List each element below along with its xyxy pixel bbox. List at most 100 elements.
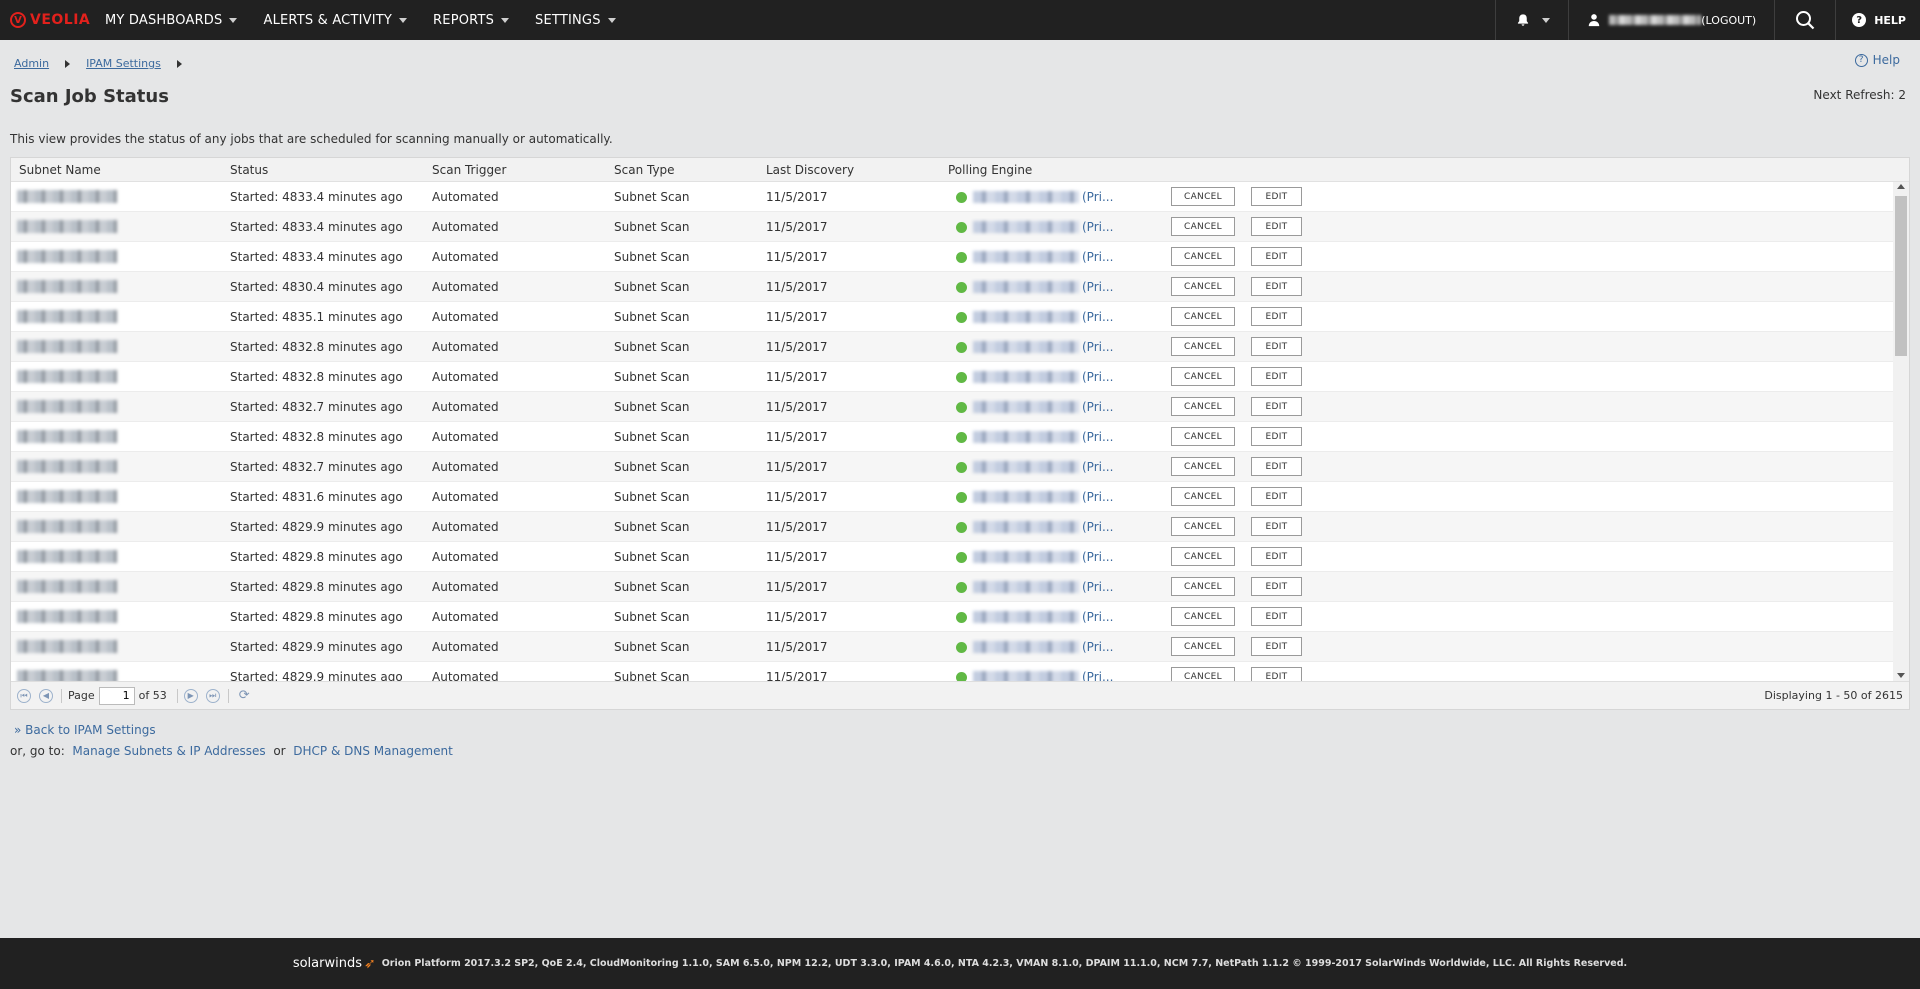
table-row[interactable]: Started: 4830.4 minutes ago Automated Subn… [11, 272, 1893, 302]
polling-engine-redacted[interactable] [973, 521, 1079, 533]
polling-engine-suffix[interactable]: (Pri... [1082, 542, 1113, 572]
help-menu[interactable]: ? HELP [1835, 0, 1920, 40]
table-row[interactable]: Started: 4833.4 minutes ago Automated Subn… [11, 212, 1893, 242]
subnet-name-redacted[interactable] [17, 580, 117, 593]
polling-engine-suffix[interactable]: (Pri... [1082, 302, 1113, 332]
polling-engine-suffix[interactable]: (Pri... [1082, 482, 1113, 512]
polling-engine-redacted[interactable] [973, 191, 1079, 203]
polling-engine-redacted[interactable] [973, 611, 1079, 623]
subnet-name-redacted[interactable] [17, 220, 117, 233]
edit-button[interactable]: EDIT [1251, 577, 1302, 596]
table-row[interactable]: Started: 4829.8 minutes ago Automated Subn… [11, 542, 1893, 572]
notifications-button[interactable] [1495, 0, 1568, 40]
subnet-name-redacted[interactable] [17, 430, 117, 443]
subnet-name-redacted[interactable] [17, 250, 117, 263]
edit-button[interactable]: EDIT [1251, 547, 1302, 566]
scroll-up-icon[interactable] [1897, 184, 1905, 189]
edit-button[interactable]: EDIT [1251, 187, 1302, 206]
user-menu[interactable]: (LOGOUT) [1568, 0, 1774, 40]
cancel-button[interactable]: CANCEL [1171, 307, 1235, 326]
veolia-logo[interactable]: V VEOLIA [0, 0, 92, 40]
col-last-discovery[interactable]: Last Discovery [766, 163, 854, 177]
table-row[interactable]: Started: 4831.6 minutes ago Automated Subn… [11, 482, 1893, 512]
cancel-button[interactable]: CANCEL [1171, 187, 1235, 206]
cancel-button[interactable]: CANCEL [1171, 217, 1235, 236]
scroll-down-icon[interactable] [1897, 673, 1905, 678]
table-row[interactable]: Started: 4833.4 minutes ago Automated Subn… [11, 182, 1893, 212]
help-link[interactable]: ? Help [1854, 53, 1900, 67]
edit-button[interactable]: EDIT [1251, 427, 1302, 446]
cancel-button[interactable]: CANCEL [1171, 667, 1235, 682]
first-page-icon[interactable]: ⏮ [17, 688, 31, 703]
cancel-button[interactable]: CANCEL [1171, 547, 1235, 566]
polling-engine-redacted[interactable] [973, 221, 1079, 233]
subnet-name-redacted[interactable] [17, 310, 117, 323]
col-scan-type[interactable]: Scan Type [614, 163, 675, 177]
logout-link[interactable]: (LOGOUT) [1701, 14, 1756, 27]
edit-button[interactable]: EDIT [1251, 607, 1302, 626]
cancel-button[interactable]: CANCEL [1171, 277, 1235, 296]
nav-my-dashboards[interactable]: MY DASHBOARDS [92, 0, 250, 40]
polling-engine-suffix[interactable]: (Pri... [1082, 362, 1113, 392]
subnet-name-redacted[interactable] [17, 340, 117, 353]
search-button[interactable] [1774, 0, 1835, 40]
subnet-name-redacted[interactable] [17, 280, 117, 293]
polling-engine-suffix[interactable]: (Pri... [1082, 332, 1113, 362]
cancel-button[interactable]: CANCEL [1171, 457, 1235, 476]
subnet-name-redacted[interactable] [17, 190, 117, 203]
cancel-button[interactable]: CANCEL [1171, 337, 1235, 356]
col-polling-engine[interactable]: Polling Engine [948, 163, 1032, 177]
edit-button[interactable]: EDIT [1251, 217, 1302, 236]
grid-scrollbar[interactable] [1893, 182, 1909, 682]
subnet-name-redacted[interactable] [17, 460, 117, 473]
scroll-thumb[interactable] [1895, 196, 1907, 356]
polling-engine-redacted[interactable] [973, 371, 1079, 383]
table-row[interactable]: Started: 4829.8 minutes ago Automated Subn… [11, 572, 1893, 602]
col-status[interactable]: Status [230, 163, 268, 177]
polling-engine-suffix[interactable]: (Pri... [1082, 572, 1113, 602]
polling-engine-suffix[interactable]: (Pri... [1082, 242, 1113, 272]
cancel-button[interactable]: CANCEL [1171, 637, 1235, 656]
cancel-button[interactable]: CANCEL [1171, 517, 1235, 536]
table-row[interactable]: Started: 4832.7 minutes ago Automated Subn… [11, 452, 1893, 482]
polling-engine-suffix[interactable]: (Pri... [1082, 392, 1113, 422]
nav-settings[interactable]: SETTINGS [522, 0, 629, 40]
cancel-button[interactable]: CANCEL [1171, 247, 1235, 266]
table-row[interactable]: Started: 4829.9 minutes ago Automated Subn… [11, 662, 1893, 682]
cancel-button[interactable]: CANCEL [1171, 367, 1235, 386]
table-row[interactable]: Started: 4829.8 minutes ago Automated Subn… [11, 602, 1893, 632]
polling-engine-suffix[interactable]: (Pri... [1082, 632, 1113, 662]
polling-engine-redacted[interactable] [973, 281, 1079, 293]
table-row[interactable]: Started: 4829.9 minutes ago Automated Subn… [11, 632, 1893, 662]
edit-button[interactable]: EDIT [1251, 457, 1302, 476]
page-number-input[interactable] [98, 686, 135, 705]
edit-button[interactable]: EDIT [1251, 667, 1302, 682]
cancel-button[interactable]: CANCEL [1171, 487, 1235, 506]
polling-engine-suffix[interactable]: (Pri... [1082, 452, 1113, 482]
cancel-button[interactable]: CANCEL [1171, 607, 1235, 626]
refresh-icon[interactable]: ⟳ [239, 688, 253, 703]
table-row[interactable]: Started: 4829.9 minutes ago Automated Subn… [11, 512, 1893, 542]
polling-engine-suffix[interactable]: (Pri... [1082, 512, 1113, 542]
cancel-button[interactable]: CANCEL [1171, 577, 1235, 596]
cancel-button[interactable]: CANCEL [1171, 397, 1235, 416]
nav-reports[interactable]: REPORTS [420, 0, 522, 40]
edit-button[interactable]: EDIT [1251, 397, 1302, 416]
subnet-name-redacted[interactable] [17, 550, 117, 563]
edit-button[interactable]: EDIT [1251, 307, 1302, 326]
polling-engine-suffix[interactable]: (Pri... [1082, 422, 1113, 452]
back-to-ipam-settings-link[interactable]: » Back to IPAM Settings [14, 723, 156, 737]
last-page-icon[interactable]: ⏭ [205, 688, 220, 703]
subnet-name-redacted[interactable] [17, 400, 117, 413]
polling-engine-suffix[interactable]: (Pri... [1082, 182, 1113, 212]
polling-engine-redacted[interactable] [973, 491, 1079, 503]
polling-engine-redacted[interactable] [973, 401, 1079, 413]
table-row[interactable]: Started: 4835.1 minutes ago Automated Subn… [11, 302, 1893, 332]
subnet-name-redacted[interactable] [17, 610, 117, 623]
polling-engine-suffix[interactable]: (Pri... [1082, 212, 1113, 242]
subnet-name-redacted[interactable] [17, 520, 117, 533]
edit-button[interactable]: EDIT [1251, 337, 1302, 356]
edit-button[interactable]: EDIT [1251, 487, 1302, 506]
subnet-name-redacted[interactable] [17, 370, 117, 383]
table-row[interactable]: Started: 4832.8 minutes ago Automated Subn… [11, 422, 1893, 452]
